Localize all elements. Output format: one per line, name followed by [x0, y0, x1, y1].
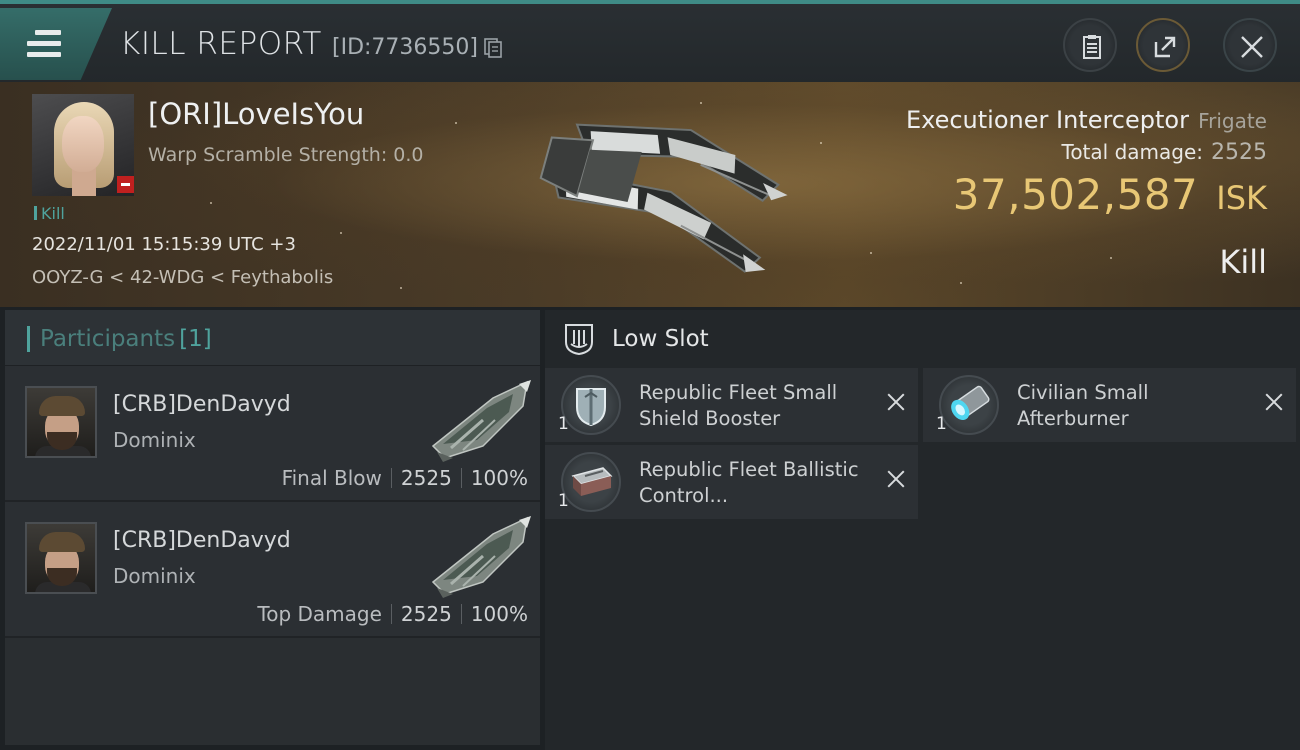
isk-unit: ISK	[1216, 179, 1267, 217]
participant-row[interactable]: [CRB]DenDavyd Dominix Top Damage 2525 100%	[5, 502, 540, 638]
participant-avatar[interactable]	[25, 522, 97, 594]
share-button[interactable]	[1136, 18, 1190, 72]
report-button[interactable]	[1063, 18, 1117, 72]
low-slot-title: Low Slot	[612, 326, 709, 352]
module-item[interactable]: 1 Republic Fleet Ballistic Control...	[545, 445, 918, 519]
participant-row[interactable]: [CRB]DenDavyd Dominix Final Blow 2525 100%	[5, 366, 540, 502]
participant-name: [CRB]DenDavyd	[113, 392, 291, 417]
destroyed-icon	[886, 469, 906, 489]
kill-location[interactable]: OOYZ-G < 42-WDG < Feythabolis	[32, 267, 333, 288]
participant-avatar[interactable]	[25, 386, 97, 458]
low-slot-header: Low Slot	[545, 310, 1300, 368]
close-icon	[1241, 36, 1263, 58]
close-button[interactable]	[1223, 18, 1277, 72]
participant-name: [CRB]DenDavyd	[113, 528, 291, 553]
participant-percent: 100%	[470, 602, 528, 626]
clipboard-icon	[1083, 35, 1101, 59]
ship-class: Frigate	[1198, 109, 1267, 133]
low-slot-icon	[565, 324, 593, 356]
destroyed-icon	[1264, 392, 1284, 412]
participant-stats: Top Damage 2525 100%	[257, 602, 528, 626]
module-item[interactable]: 1 Republic Fleet Small Shield Booster	[545, 368, 918, 442]
fitting-panel: Low Slot 1 Republic Fleet Small Shield B…	[545, 310, 1300, 750]
participants-panel: Participants [1] [CRB]DenDavyd Dominix Fi…	[5, 310, 540, 745]
participant-ship-image	[431, 380, 531, 462]
kill-timestamp: 2022/11/01 15:15:39 UTC +3	[32, 234, 296, 255]
isk-value: 37,502,587 ISK	[953, 170, 1267, 219]
report-id: [ID:7736550]	[332, 35, 478, 60]
participant-role: Top Damage	[257, 602, 382, 626]
victim-summary: [ORI]LoveIsYou Warp Scramble Strength: 0…	[0, 82, 1300, 307]
afterburner-icon	[939, 375, 999, 435]
warp-scramble-strength: Warp Scramble Strength: 0.0	[148, 144, 424, 166]
menu-button[interactable]	[0, 8, 112, 80]
kill-tag: Kill	[34, 204, 65, 223]
participant-ship: Dominix	[113, 428, 196, 452]
module-quantity: 1	[558, 414, 569, 434]
result-label: Kill	[1219, 243, 1267, 281]
total-damage-value: 2525	[1211, 140, 1267, 165]
participant-damage: 2525	[400, 602, 452, 626]
copy-icon[interactable]	[484, 38, 502, 58]
module-name: Republic Fleet Ballistic Control...	[639, 458, 859, 507]
module-name: Civilian Small Afterburner	[1017, 381, 1149, 430]
victim-name[interactable]: [ORI]LoveIsYou	[148, 97, 364, 131]
participants-count: [1]	[179, 326, 212, 352]
participant-damage: 2525	[400, 466, 452, 490]
participants-label: Participants	[40, 326, 176, 352]
total-damage: Total damage: 2525	[1062, 140, 1268, 165]
victim-ship-image[interactable]	[520, 92, 790, 297]
participants-header[interactable]: Participants [1]	[5, 310, 540, 366]
module-item[interactable]: 1 Civilian Small Afterburner	[923, 368, 1296, 442]
isk-amount: 37,502,587	[952, 170, 1199, 219]
top-bar: KILL REPORT [ID:7736550]	[0, 0, 1300, 82]
participant-ship-image	[431, 516, 531, 598]
ballistic-control-icon	[561, 452, 621, 512]
module-name: Republic Fleet Small Shield Booster	[639, 381, 838, 430]
participant-percent: 100%	[470, 466, 528, 490]
module-quantity: 1	[936, 414, 947, 434]
module-quantity: 1	[558, 491, 569, 511]
destroyed-icon	[886, 392, 906, 412]
participant-ship: Dominix	[113, 564, 196, 588]
participant-stats: Final Blow 2525 100%	[282, 466, 528, 490]
hamburger-menu-icon	[27, 30, 61, 57]
standing-badge	[117, 176, 134, 193]
total-damage-label: Total damage:	[1061, 140, 1204, 164]
participant-role: Final Blow	[281, 466, 382, 490]
victim-ship[interactable]: Executioner Interceptor Frigate	[906, 106, 1267, 134]
page-title: KILL REPORT	[120, 26, 322, 62]
ship-name: Executioner Interceptor	[905, 106, 1189, 134]
shield-booster-icon	[561, 375, 621, 435]
share-icon	[1154, 36, 1176, 58]
